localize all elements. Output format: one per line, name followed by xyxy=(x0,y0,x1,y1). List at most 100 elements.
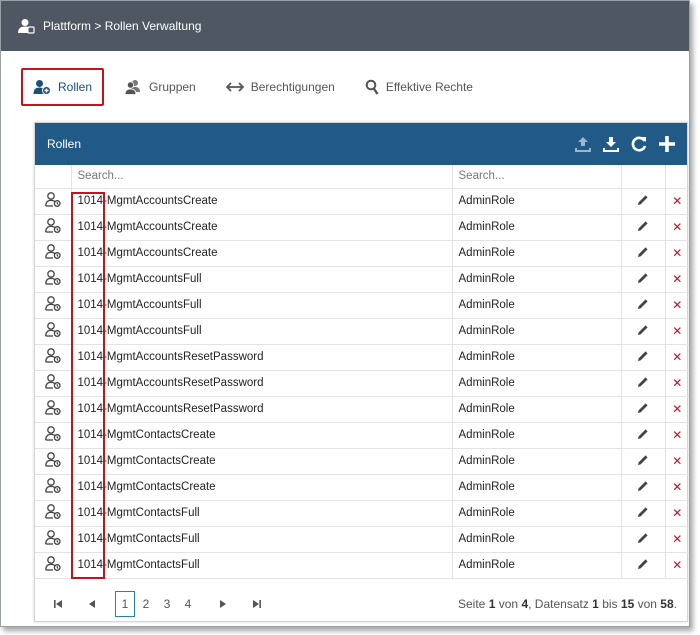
edit-pencil-icon[interactable] xyxy=(637,298,649,313)
edit-pencil-icon[interactable] xyxy=(637,324,649,339)
tab-label: Effektive Rechte xyxy=(385,80,473,94)
edit-pencil-icon[interactable] xyxy=(637,532,649,547)
refresh-icon[interactable] xyxy=(629,134,649,154)
table-row[interactable]: 1014-MgmtAccountsFull AdminRole ✕ xyxy=(35,266,689,293)
role-row-icon-cell xyxy=(35,448,72,475)
roles-panel: Rollen Search... Search... 1014-MgmtAcco… xyxy=(34,122,689,622)
tab-gruppen[interactable]: Gruppen xyxy=(114,68,206,106)
role-name: 1014-MgmtAccountsFull xyxy=(71,318,453,345)
top-bar: Plattform > Rollen Verwaltung xyxy=(1,1,689,51)
role-name: 1014-MgmtAccountsResetPassword xyxy=(71,344,453,371)
delete-icon[interactable]: ✕ xyxy=(672,428,682,442)
arrows-icon xyxy=(225,82,244,92)
role-row-icon-cell xyxy=(35,318,72,345)
role-name: 1014-MgmtAccountsCreate xyxy=(71,240,453,267)
role-name: 1014-MgmtContactsFull xyxy=(71,500,453,527)
table-row[interactable]: 1014-MgmtAccountsCreate AdminRole ✕ xyxy=(35,214,689,241)
table-row[interactable]: 1014-MgmtAccountsFull AdminRole ✕ xyxy=(35,292,689,319)
delete-icon[interactable]: ✕ xyxy=(672,558,682,572)
role-icon xyxy=(44,452,61,470)
table-row[interactable]: 1014-MgmtContactsFull AdminRole ✕ xyxy=(35,526,689,553)
edit-cell xyxy=(621,526,666,553)
delete-cell: ✕ xyxy=(665,422,689,449)
role-row-icon-cell xyxy=(35,292,72,319)
edit-pencil-icon[interactable] xyxy=(637,506,649,521)
delete-icon[interactable]: ✕ xyxy=(672,298,682,312)
tab-berechtigungen[interactable]: Berechtigungen xyxy=(216,68,345,106)
edit-pencil-icon[interactable] xyxy=(637,220,649,235)
role-type: AdminRole xyxy=(452,214,622,241)
edit-pencil-icon[interactable] xyxy=(637,376,649,391)
role-name: 1014-MgmtAccountsCreate xyxy=(71,214,453,241)
role-icon xyxy=(44,556,61,574)
edit-cell xyxy=(621,474,666,501)
page-1[interactable]: 1 xyxy=(115,591,135,617)
role-row-icon-cell xyxy=(35,188,72,215)
page-2[interactable]: 2 xyxy=(136,591,156,617)
table-row[interactable]: 1014-MgmtContactsCreate AdminRole ✕ xyxy=(35,448,689,475)
role-row-icon-cell xyxy=(35,552,72,579)
delete-icon[interactable]: ✕ xyxy=(672,246,682,260)
delete-cell: ✕ xyxy=(665,292,689,319)
add-icon[interactable] xyxy=(657,134,677,154)
role-icon xyxy=(44,348,61,366)
table-row[interactable]: 1014-MgmtAccountsResetPassword AdminRole ✕ xyxy=(35,370,689,397)
table-row[interactable]: 1014-MgmtAccountsCreate AdminRole ✕ xyxy=(35,188,689,215)
edit-pencil-icon[interactable] xyxy=(637,272,649,287)
delete-icon[interactable]: ✕ xyxy=(672,350,682,364)
table-row[interactable]: 1014-MgmtContactsCreate AdminRole ✕ xyxy=(35,474,689,501)
delete-cell: ✕ xyxy=(665,474,689,501)
upload-icon[interactable] xyxy=(573,134,593,154)
edit-pencil-icon[interactable] xyxy=(637,402,649,417)
delete-icon[interactable]: ✕ xyxy=(672,272,682,286)
role-row-icon-cell xyxy=(35,396,72,423)
delete-icon[interactable]: ✕ xyxy=(672,402,682,416)
table-row[interactable]: 1014-MgmtContactsCreate AdminRole ✕ xyxy=(35,422,689,449)
edit-pencil-icon[interactable] xyxy=(637,558,649,573)
page-4[interactable]: 4 xyxy=(178,591,198,617)
edit-pencil-icon[interactable] xyxy=(637,246,649,261)
delete-icon[interactable]: ✕ xyxy=(672,220,682,234)
table-row[interactable]: 1014-MgmtAccountsCreate AdminRole ✕ xyxy=(35,240,689,267)
role-type: AdminRole xyxy=(452,526,622,553)
delete-icon[interactable]: ✕ xyxy=(672,532,682,546)
delete-cell: ✕ xyxy=(665,448,689,475)
edit-pencil-icon[interactable] xyxy=(637,480,649,495)
next-page-icon[interactable] xyxy=(212,591,234,617)
prev-page-icon[interactable] xyxy=(81,591,103,617)
delete-icon[interactable]: ✕ xyxy=(672,480,682,494)
edit-cell xyxy=(621,344,666,371)
role-type: AdminRole xyxy=(452,500,622,527)
edit-pencil-icon[interactable] xyxy=(637,428,649,443)
name-search-input[interactable] xyxy=(71,165,451,187)
role-icon xyxy=(44,478,61,496)
role-name: 1014-MgmtContactsCreate xyxy=(71,448,453,475)
edit-pencil-icon[interactable] xyxy=(637,350,649,365)
download-icon[interactable] xyxy=(601,134,621,154)
role-type: AdminRole xyxy=(452,448,622,475)
table-row[interactable]: 1014-MgmtAccountsResetPassword AdminRole ✕ xyxy=(35,344,689,371)
table-row[interactable]: 1014-MgmtContactsFull AdminRole ✕ xyxy=(35,552,689,579)
table-row[interactable]: 1014-MgmtAccountsResetPassword AdminRole ✕ xyxy=(35,396,689,423)
first-page-icon[interactable] xyxy=(47,591,69,617)
roles-table: 1014-MgmtAccountsCreateAdminRole✕1014-Mg… xyxy=(35,165,689,579)
role-icon xyxy=(44,504,61,522)
table-row[interactable]: 1014-MgmtContactsFull AdminRole ✕ xyxy=(35,500,689,527)
edit-pencil-icon[interactable] xyxy=(637,194,649,209)
delete-icon[interactable]: ✕ xyxy=(672,376,682,390)
type-search-input[interactable] xyxy=(452,165,620,187)
delete-icon[interactable]: ✕ xyxy=(672,454,682,468)
edit-cell xyxy=(621,370,666,397)
table-row[interactable]: 1014-MgmtAccountsFull AdminRole ✕ xyxy=(35,318,689,345)
delete-icon[interactable]: ✕ xyxy=(672,324,682,338)
tab-effektive-rechte[interactable]: Effektive Rechte xyxy=(355,68,483,106)
delete-icon[interactable]: ✕ xyxy=(672,506,682,520)
search-icon xyxy=(365,79,379,95)
delete-cell: ✕ xyxy=(665,344,689,371)
delete-icon[interactable]: ✕ xyxy=(672,194,682,208)
page-3[interactable]: 3 xyxy=(157,591,177,617)
delete-cell: ✕ xyxy=(665,500,689,527)
tab-rollen[interactable]: Rollen xyxy=(21,68,105,106)
last-page-icon[interactable] xyxy=(246,591,268,617)
edit-pencil-icon[interactable] xyxy=(637,454,649,469)
